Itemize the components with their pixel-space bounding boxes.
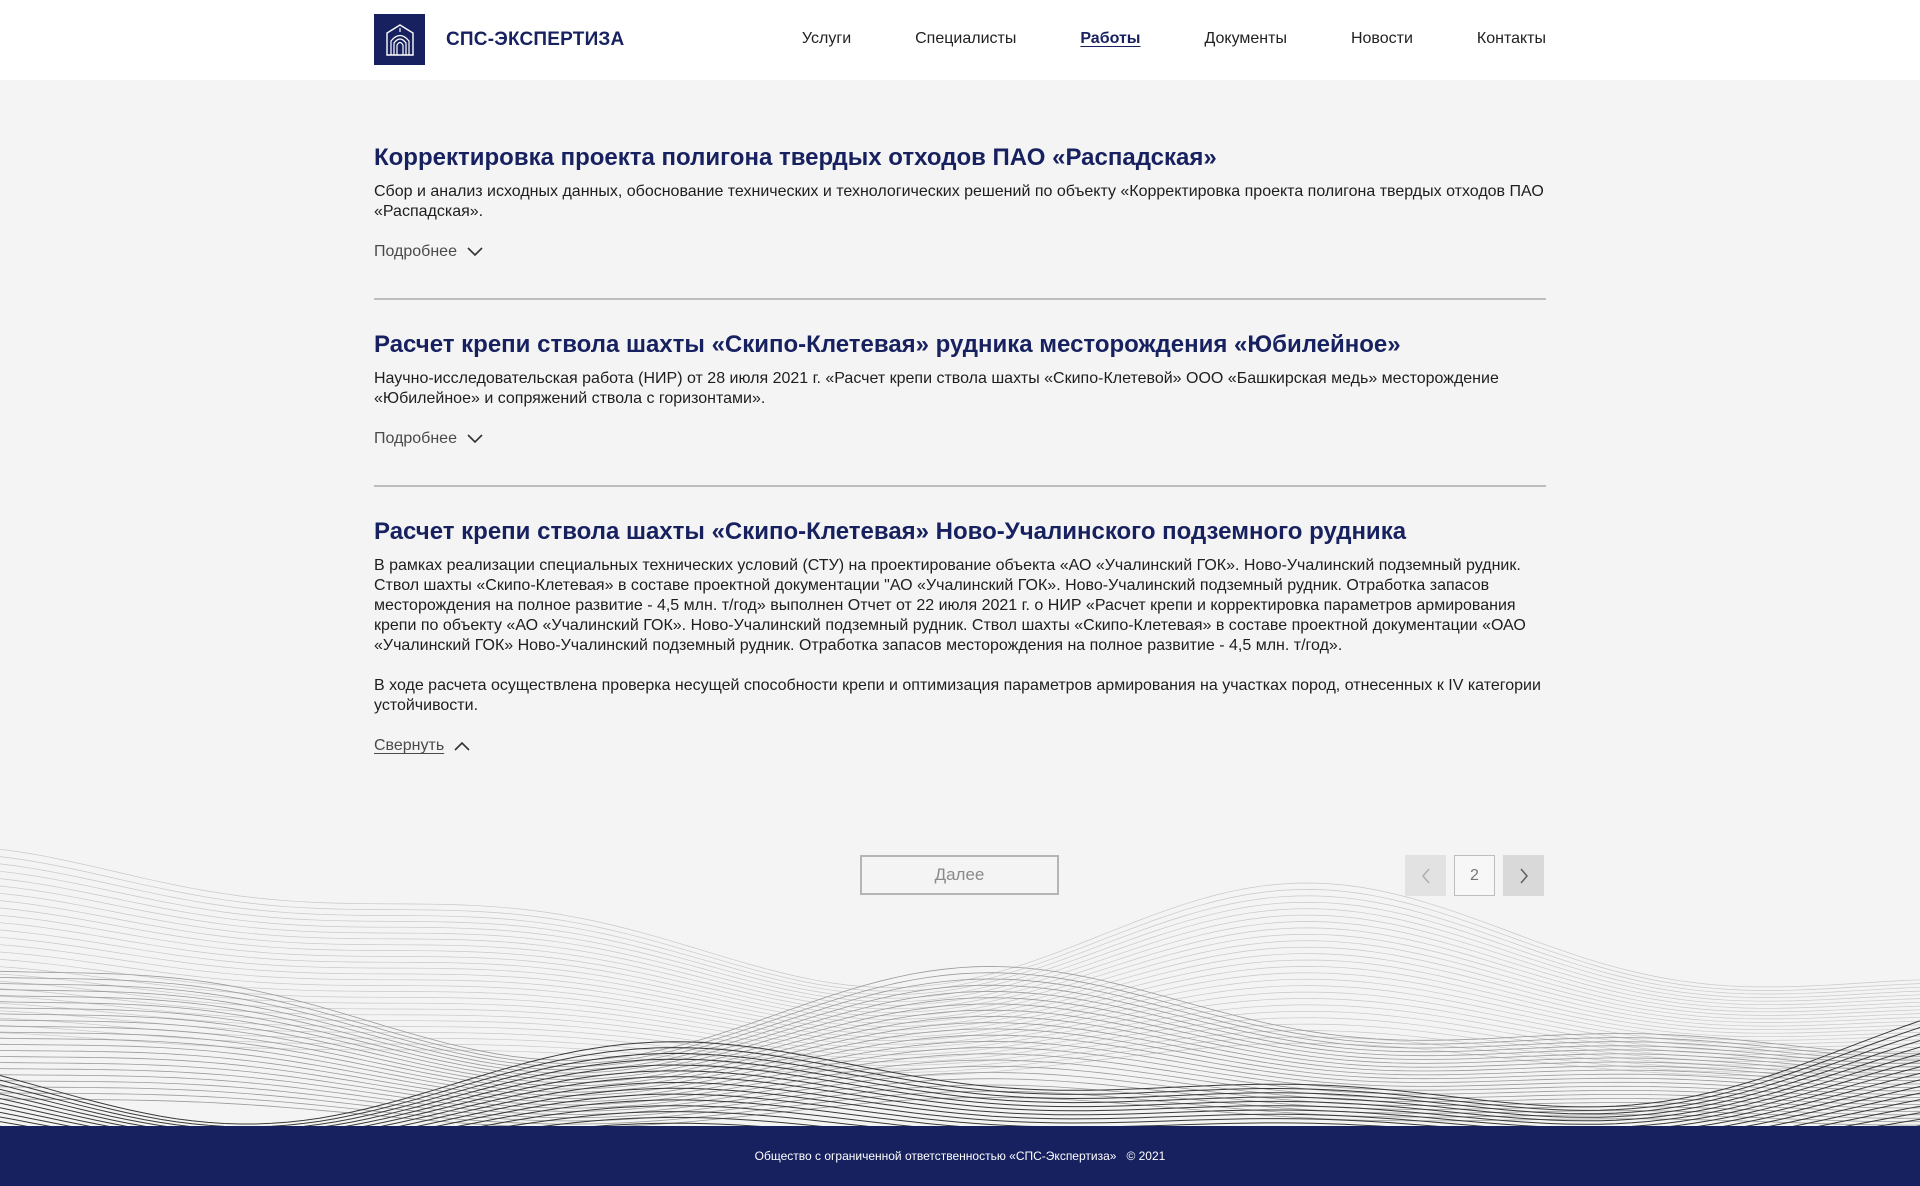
mountains-background (0, 848, 1920, 1130)
chevron-up-icon (454, 741, 470, 751)
wave-line (0, 929, 1920, 1027)
work-paragraph: В рамках реализации специальных техничес… (374, 557, 1526, 654)
prev-page-button[interactable] (1405, 855, 1446, 896)
work-item: Расчет крепи ствола шахты «Скипо-Клетева… (374, 300, 1546, 487)
page-number[interactable]: 2 (1454, 855, 1495, 896)
footer-copyright: © 2021 (1126, 1149, 1166, 1163)
chevron-down-icon (467, 434, 483, 444)
chevron-down-icon (467, 247, 483, 257)
work-description: Научно-исследовательская работа (НИР) от… (374, 369, 1546, 409)
chevron-right-icon (1519, 867, 1528, 884)
work-paragraph: Научно-исследовательская работа (НИР) от… (374, 370, 1499, 407)
nav-item-services[interactable]: Услуги (802, 30, 851, 48)
arch-logo-icon (385, 23, 414, 56)
collapse-toggle[interactable]: Свернуть (374, 737, 470, 755)
pagination: 2 (1405, 855, 1552, 896)
more-toggle[interactable]: Подробнее (374, 243, 483, 261)
nav-item-specialists[interactable]: Специалисты (915, 30, 1016, 48)
more-toggle-label: Подробнее (374, 430, 457, 447)
logo-mark (374, 14, 425, 65)
nav-item-works[interactable]: Работы (1080, 30, 1140, 48)
more-toggle[interactable]: Подробнее (374, 430, 483, 448)
brand-name: СПС-ЭКСПЕРТИЗА (446, 28, 625, 50)
wave-line (0, 966, 1920, 1045)
wave-line (0, 944, 1920, 1034)
nav-item-contacts[interactable]: Контакты (1477, 30, 1546, 48)
site-footer: Общество с ограниченной ответственностью… (0, 1126, 1920, 1186)
wave-line (0, 1003, 1920, 1063)
more-toggle-label: Подробнее (374, 243, 457, 260)
main-nav: Услуги Специалисты Работы Документы Ново… (738, 30, 1546, 48)
collapse-toggle-label: Свернуть (374, 737, 445, 754)
nav-item-news[interactable]: Новости (1351, 30, 1413, 48)
work-item: Расчет крепи ствола шахты «Скипо-Клетева… (374, 487, 1546, 792)
works-list: Корректировка проекта полигона твердых о… (374, 80, 1546, 792)
footer-company: Общество с ограниченной ответственностью… (754, 1149, 1117, 1163)
work-item: Корректировка проекта полигона твердых о… (374, 80, 1546, 300)
work-title: Расчет крепи ствола шахты «Скипо-Клетева… (374, 331, 1401, 358)
wave-line (0, 922, 1920, 1024)
site-header: СПС-ЭКСПЕРТИЗА Услуги Специалисты Работы… (0, 0, 1920, 80)
wave-line (0, 1009, 1920, 1083)
work-description: В рамках реализации специальных техничес… (374, 556, 1546, 716)
work-paragraph: Сбор и анализ исходных данных, обоснован… (374, 183, 1544, 220)
chevron-left-icon (1421, 867, 1430, 884)
logo-link[interactable]: СПС-ЭКСПЕРТИЗА (374, 14, 624, 65)
work-title: Расчет крепи ствола шахты «Скипо-Клетева… (374, 518, 1407, 545)
nav-item-documents[interactable]: Документы (1204, 30, 1286, 48)
next-page-button[interactable] (1503, 855, 1544, 896)
work-paragraph: В ходе расчета осуществлена проверка нес… (374, 677, 1541, 714)
load-more-button[interactable]: Далее (860, 855, 1059, 895)
work-title: Корректировка проекта полигона твердых о… (374, 144, 1217, 171)
work-description: Сбор и анализ исходных данных, обоснован… (374, 182, 1546, 222)
